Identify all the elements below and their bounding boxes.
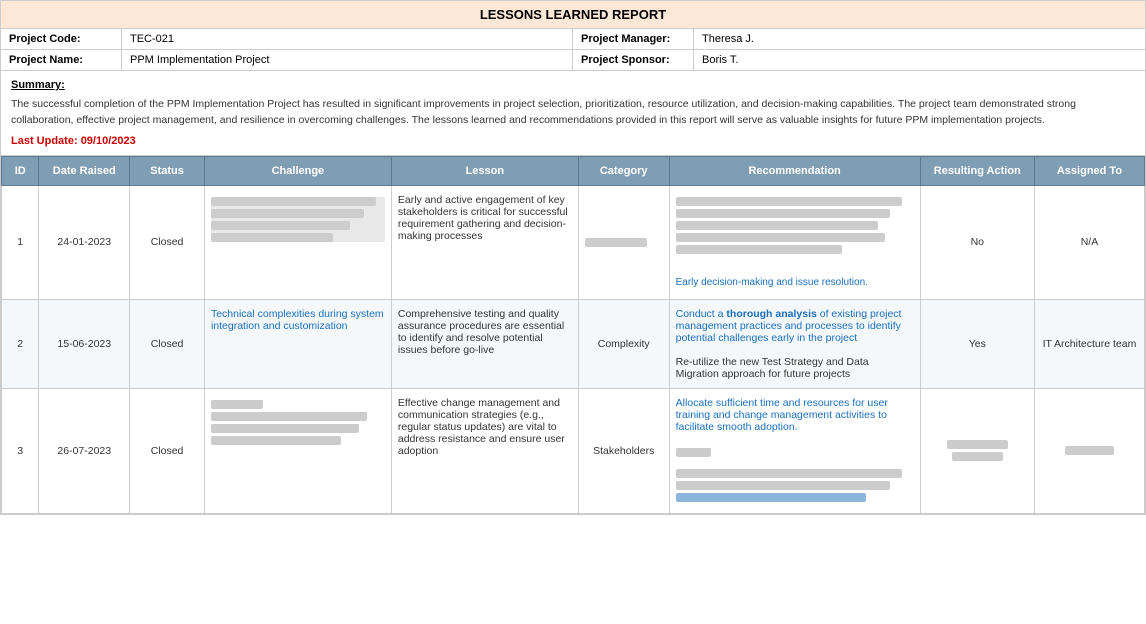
project-name-label: Project Name: bbox=[1, 50, 121, 70]
project-manager-value: Theresa J. bbox=[693, 29, 1145, 49]
summary-section: Summary: The successful completion of th… bbox=[1, 71, 1145, 156]
project-sponsor-value: Boris T. bbox=[693, 50, 1145, 70]
report-container: LESSONS LEARNED REPORT Project Code: TEC… bbox=[0, 0, 1146, 515]
summary-title: Summary: bbox=[11, 79, 1135, 91]
project-code-label: Project Code: bbox=[1, 29, 121, 49]
table-row: 2 15-06-2023 Closed Technical complexiti… bbox=[2, 299, 1145, 388]
row1-recommendation: Early decision-making and issue resoluti… bbox=[669, 185, 920, 299]
project-info-left: Project Code: TEC-021 Project Name: PPM … bbox=[1, 29, 573, 70]
project-info-right: Project Manager: Theresa J. Project Spon… bbox=[573, 29, 1145, 70]
row1-category bbox=[578, 185, 669, 299]
row2-id: 2 bbox=[2, 299, 39, 388]
project-manager-row: Project Manager: Theresa J. bbox=[573, 29, 1145, 50]
row1-lesson: Early and active engagement of key stake… bbox=[391, 185, 578, 299]
row3-lesson: Effective change management and communic… bbox=[391, 388, 578, 513]
th-category: Category bbox=[578, 156, 669, 185]
th-assigned-to: Assigned To bbox=[1034, 156, 1144, 185]
th-id: ID bbox=[2, 156, 39, 185]
row1-assigned-to: N/A bbox=[1034, 185, 1144, 299]
th-recommendation: Recommendation bbox=[669, 156, 920, 185]
th-challenge: Challenge bbox=[204, 156, 391, 185]
row3-resulting-action bbox=[920, 388, 1034, 513]
row2-status: Closed bbox=[130, 299, 205, 388]
row3-status: Closed bbox=[130, 388, 205, 513]
project-info: Project Code: TEC-021 Project Name: PPM … bbox=[1, 29, 1145, 71]
project-name-value: PPM Implementation Project bbox=[121, 50, 572, 70]
lessons-table: ID Date Raised Status Challenge Lesson C… bbox=[1, 156, 1145, 514]
table-row: 1 24-01-2023 Closed Early and active eng… bbox=[2, 185, 1145, 299]
project-manager-label: Project Manager: bbox=[573, 29, 693, 49]
th-lesson: Lesson bbox=[391, 156, 578, 185]
last-update-label: Last Update: bbox=[11, 135, 78, 147]
th-resulting-action: Resulting Action bbox=[920, 156, 1034, 185]
table-row: 3 26-07-2023 Closed Effective change man… bbox=[2, 388, 1145, 513]
last-update-value: 09/10/2023 bbox=[81, 135, 136, 147]
table-header-row: ID Date Raised Status Challenge Lesson C… bbox=[2, 156, 1145, 185]
row3-category: Stakeholders bbox=[578, 388, 669, 513]
row1-status: Closed bbox=[130, 185, 205, 299]
row3-challenge bbox=[204, 388, 391, 513]
row1-date: 24-01-2023 bbox=[39, 185, 130, 299]
summary-text: The successful completion of the PPM Imp… bbox=[11, 97, 1135, 129]
row3-recommendation: Allocate sufficient time and resources f… bbox=[669, 388, 920, 513]
row2-challenge: Technical complexities during system int… bbox=[204, 299, 391, 388]
row1-id: 1 bbox=[2, 185, 39, 299]
row1-resulting-action: No bbox=[920, 185, 1034, 299]
report-title: LESSONS LEARNED REPORT bbox=[1, 1, 1145, 29]
row3-date: 26-07-2023 bbox=[39, 388, 130, 513]
last-update: Last Update: 09/10/2023 bbox=[11, 135, 1135, 147]
row2-category: Complexity bbox=[578, 299, 669, 388]
project-code-value: TEC-021 bbox=[121, 29, 572, 49]
project-name-row: Project Name: PPM Implementation Project bbox=[1, 50, 572, 70]
row1-challenge bbox=[204, 185, 391, 299]
project-sponsor-label: Project Sponsor: bbox=[573, 50, 693, 70]
row3-id: 3 bbox=[2, 388, 39, 513]
row2-recommendation: Conduct a thorough analysis of existing … bbox=[669, 299, 920, 388]
row2-date: 15-06-2023 bbox=[39, 299, 130, 388]
project-code-row: Project Code: TEC-021 bbox=[1, 29, 572, 50]
row2-assigned-to: IT Architecture team bbox=[1034, 299, 1144, 388]
row2-lesson: Comprehensive testing and quality assura… bbox=[391, 299, 578, 388]
project-sponsor-row: Project Sponsor: Boris T. bbox=[573, 50, 1145, 70]
th-status: Status bbox=[130, 156, 205, 185]
row3-assigned-to bbox=[1034, 388, 1144, 513]
row2-resulting-action: Yes bbox=[920, 299, 1034, 388]
th-date: Date Raised bbox=[39, 156, 130, 185]
